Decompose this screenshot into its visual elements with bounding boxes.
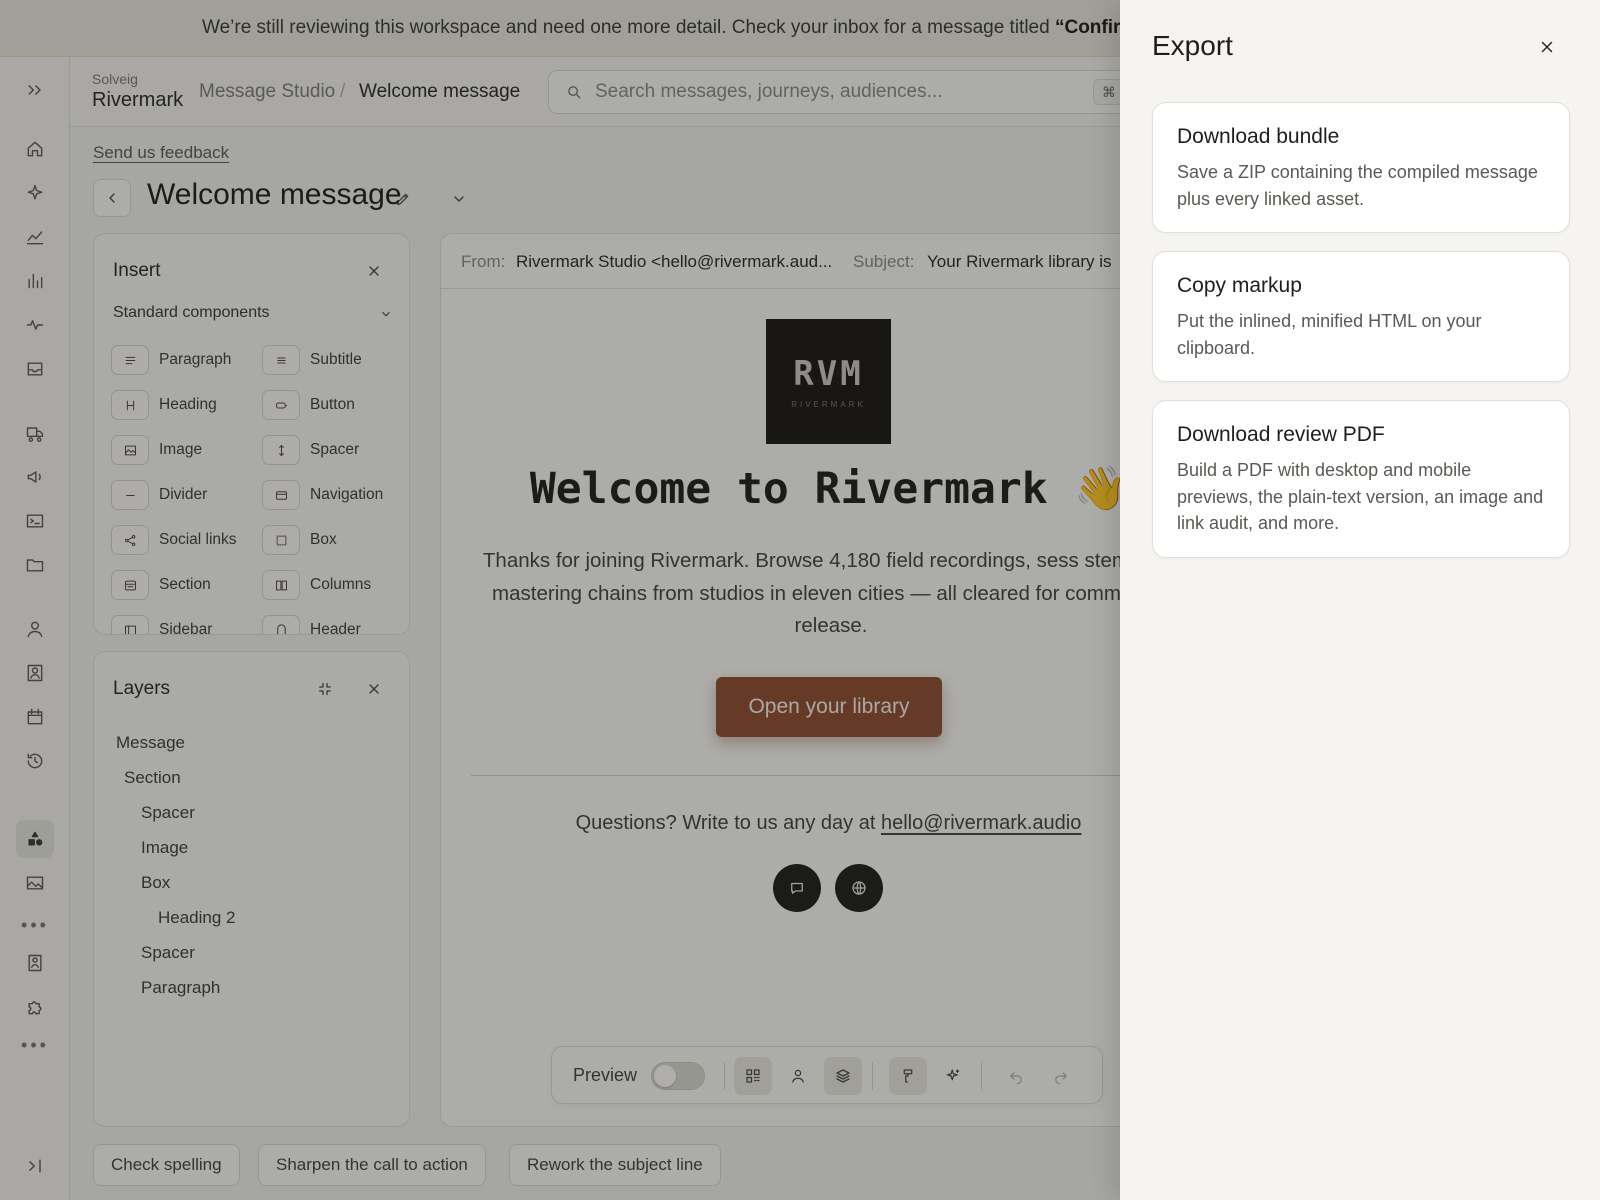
option-title: Download bundle	[1177, 125, 1340, 148]
close-icon	[1541, 41, 1553, 53]
option-title: Download review PDF	[1177, 423, 1385, 446]
option-title: Copy markup	[1177, 274, 1302, 297]
export-option-download-bundle[interactable]: Download bundle Save a ZIP containing th…	[1152, 102, 1570, 233]
option-description: Save a ZIP containing the compiled messa…	[1177, 162, 1538, 209]
export-title: Export	[1152, 30, 1233, 61]
export-option-copy-markup[interactable]: Copy markup Put the inlined, minified HT…	[1152, 251, 1570, 382]
export-drawer: Export Download bundle Save a ZIP contai…	[1120, 0, 1600, 1200]
option-description: Put the inlined, minified HTML on your c…	[1177, 311, 1482, 358]
option-description: Build a PDF with desktop and mobile prev…	[1177, 460, 1544, 533]
close-export-button[interactable]	[1532, 32, 1562, 62]
export-option-review-pdf[interactable]: Download review PDF Build a PDF with des…	[1152, 400, 1570, 558]
